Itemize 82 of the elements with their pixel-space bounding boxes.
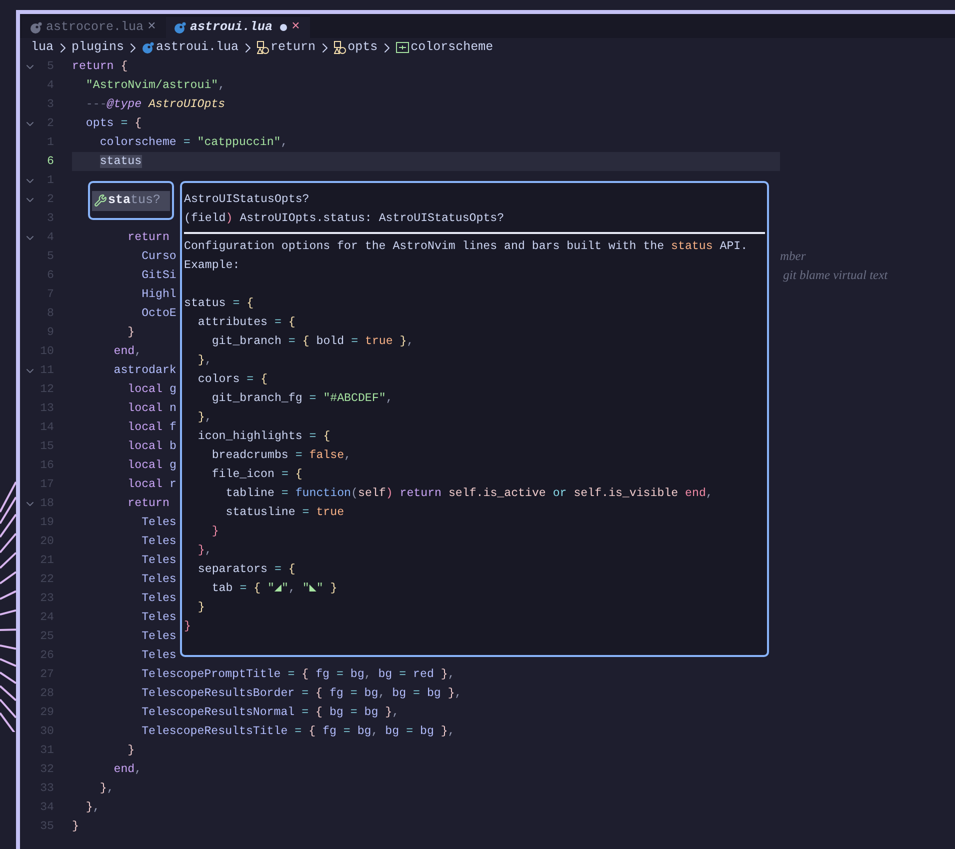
example-code-line: icon_highlights = {	[196, 428, 330, 445]
example-code-line: breadcrumbs = false,	[210, 448, 352, 464]
completion-item[interactable]: status?	[92, 190, 170, 210]
virtual-text: mber	[780, 248, 806, 266]
example-code-line: }	[184, 618, 191, 635]
code-line: }	[126, 324, 135, 341]
code-line: return {	[72, 58, 128, 75]
code-line: colorscheme = "catppuccin",	[98, 134, 288, 151]
example-code-line: git_branch_fg = "#ABCDEF",	[210, 390, 393, 407]
code-line: }	[126, 742, 135, 759]
code-line: local n	[126, 400, 176, 417]
object-icon	[334, 41, 346, 54]
code-line: }	[72, 818, 79, 835]
example-code-line: colors = {	[196, 372, 268, 388]
example-code-line: }	[210, 524, 219, 540]
field-icon	[396, 42, 409, 53]
tab-label: astroui.lua	[190, 19, 272, 36]
example-code-line: separators = {	[196, 562, 296, 578]
lua-file-icon	[30, 22, 42, 34]
code-line: astrodark	[112, 362, 176, 379]
code-line: },	[84, 800, 100, 816]
code-line: return	[126, 496, 170, 512]
editor-tab[interactable]: astroui.lua ×	[166, 17, 310, 38]
code-line: end,	[112, 762, 142, 778]
close-button[interactable]: ×	[291, 17, 300, 38]
code-line: Teles	[140, 590, 176, 607]
virtual-text: git blame virtual text	[782, 267, 888, 284]
example-code-line: tab = { "◢", "◣" }	[210, 580, 338, 597]
code-line: opts = {	[84, 116, 142, 132]
hover-description: Example:	[184, 258, 240, 274]
example-code-line: statusline = true	[224, 504, 344, 521]
lua-file-icon	[174, 22, 186, 34]
code-line: local g	[126, 382, 176, 398]
example-code-line: },	[196, 542, 212, 559]
code-line: Curso	[140, 248, 176, 265]
wrench-icon	[94, 194, 107, 207]
code-line: Highl	[140, 286, 176, 303]
hover-header-line: AstroUIStatusOpts?	[184, 192, 310, 208]
code-line: Teles	[140, 610, 176, 626]
code-line: Teles	[140, 514, 176, 531]
code-line: ---@type AstroUIOpts	[84, 96, 226, 113]
code-line: "AstroNvim/astroui",	[84, 78, 226, 94]
code-line: },	[98, 780, 114, 797]
breadcrumb-item[interactable]: astroui.lua	[156, 38, 239, 57]
code-line: TelescopeResultsBorder = { fg = bg, bg = bg },	[140, 686, 462, 702]
example-code-line: }	[196, 600, 205, 616]
breadcrumb-item[interactable]: colorscheme	[410, 38, 494, 57]
code-line: Teles	[140, 628, 176, 645]
code-line: TelescopeResultsTitle = { fg = bg, bg = bg },	[140, 724, 455, 740]
code-line: end,	[112, 344, 142, 360]
code-line: return	[126, 230, 170, 246]
code-line: GitSi	[140, 268, 176, 284]
completion-label: status?	[108, 192, 161, 210]
lua-file-icon	[142, 42, 154, 54]
tab-label: astrocore.lua	[46, 19, 144, 36]
code-line: Teles	[140, 648, 176, 664]
example-code-line: file_icon = {	[210, 466, 302, 483]
object-icon	[256, 41, 269, 54]
code-line: OctoE	[140, 306, 176, 322]
breadcrumb-item[interactable]: opts	[348, 38, 378, 57]
code-line: local g	[126, 458, 176, 474]
hover-description: Configuration options for the AstroNvim lines and bars built with the status API.	[184, 238, 748, 255]
code-line: Teles	[140, 534, 176, 550]
code-line: local b	[126, 438, 176, 455]
code-line: Teles	[140, 552, 176, 569]
code-line: local r	[126, 476, 176, 493]
example-code-line: tabline = function(self) return self.is_active or self.is_visible end,	[224, 486, 713, 502]
breadcrumb-item[interactable]: plugins	[72, 38, 124, 57]
hover-header-line: (field) AstroUIOpts.status: AstroUIStatusOpts?	[184, 210, 504, 227]
code-line: local f	[126, 420, 176, 436]
example-code-line: attributes = {	[196, 314, 296, 331]
example-code-line: },	[196, 352, 212, 369]
example-code-line: status = {	[184, 296, 254, 312]
example-code-line: },	[196, 410, 212, 426]
example-code-line: git_branch = { bold = true },	[210, 334, 414, 350]
close-button[interactable]: ×	[148, 17, 156, 38]
code-line: Teles	[140, 572, 176, 588]
breadcrumb-item[interactable]: lua	[31, 38, 54, 57]
code-line: TelescopeResultsNormal = { bg = bg },	[140, 704, 400, 721]
code-line: TelescopePromptTitle = { fg = bg, bg = red },	[140, 666, 455, 683]
breadcrumb-item[interactable]: return	[270, 38, 316, 57]
line-number: 6	[46, 154, 54, 170]
